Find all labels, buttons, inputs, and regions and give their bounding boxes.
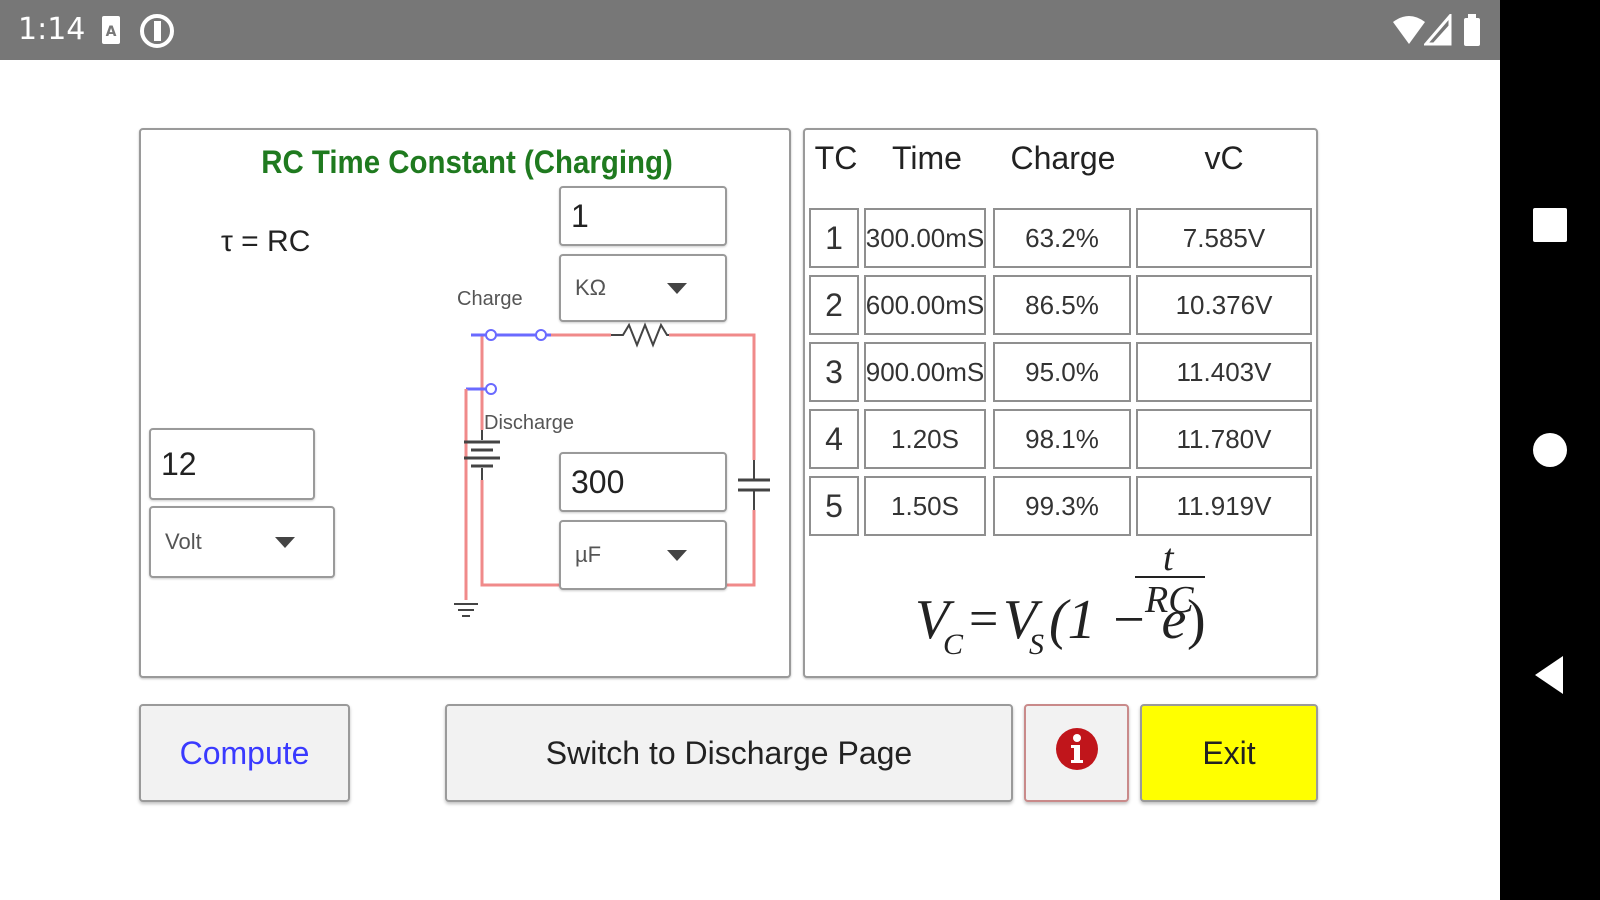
time-cell: 600.00mS (864, 275, 986, 335)
voltage-unit-value: Volt (165, 529, 202, 554)
formula-exp-numerator: t (1163, 537, 1174, 579)
wifi-icon (1392, 14, 1426, 51)
tc-cell: 4 (809, 409, 859, 469)
capacitance-unit-select[interactable]: µF (559, 520, 727, 590)
chevron-down-icon (667, 550, 687, 561)
resistance-unit-select[interactable]: KΩ (559, 254, 727, 322)
charge-cell: 99.3% (993, 476, 1131, 536)
capacitance-input[interactable]: 300 (559, 452, 727, 512)
vc-cell: 11.919V (1136, 476, 1312, 536)
calculator-panel: RC Time Constant (Charging) τ = RC Charg… (139, 128, 791, 678)
capacitor-symbol (738, 460, 770, 510)
charge-cell: 86.5% (993, 275, 1131, 335)
resistor-symbol (611, 322, 669, 348)
column-header-time: Time (892, 140, 962, 176)
formula-vc-sub: C (943, 628, 964, 661)
home-icon[interactable] (1525, 425, 1575, 475)
voltage-input[interactable]: 12 (149, 428, 315, 500)
vc-cell: 10.376V (1136, 275, 1312, 335)
charge-cell: 63.2% (993, 208, 1131, 268)
charge-label: Charge (457, 288, 523, 310)
column-header-vc: vC (1204, 140, 1244, 176)
info-icon (1055, 727, 1099, 779)
formula-close: ) (1187, 589, 1206, 651)
column-header-tc: TC (814, 140, 858, 176)
compute-button[interactable]: Compute (139, 704, 350, 802)
exit-button[interactable]: Exit (1140, 704, 1318, 802)
cell-signal-icon (1422, 11, 1452, 51)
tc-cell: 5 (809, 476, 859, 536)
tc-cell: 3 (809, 342, 859, 402)
vc-cell: 11.403V (1136, 342, 1312, 402)
column-header-charge: Charge (1010, 140, 1116, 176)
chevron-down-icon (275, 537, 295, 548)
app-screen: 1:14 A RC Time Constant (Charging) τ = R… (0, 0, 1600, 900)
switch-to-discharge-button[interactable]: Switch to Discharge Page (445, 704, 1013, 802)
chevron-down-icon (667, 283, 687, 294)
resistance-input[interactable]: 1 (559, 186, 727, 246)
info-button[interactable] (1024, 704, 1129, 802)
capacitance-unit-value: µF (575, 542, 602, 567)
back-icon[interactable] (1525, 650, 1575, 700)
formula-equals: = (969, 591, 999, 648)
app-notification-icon (140, 14, 176, 53)
resistance-unit-value: KΩ (575, 275, 607, 300)
results-panel: TC Time Charge vC 1 300.00mS 63.2% 7.585… (803, 128, 1318, 678)
time-cell: 300.00mS (864, 208, 986, 268)
status-time: 1:14 (18, 12, 86, 47)
tc-cell: 1 (809, 208, 859, 268)
charge-cell: 95.0% (993, 342, 1131, 402)
status-bar: 1:14 A (0, 0, 1500, 60)
tc-cell: 2 (809, 275, 859, 335)
sim-card-icon: A (100, 14, 122, 51)
ground-symbol (454, 603, 478, 617)
battery-icon (1462, 14, 1482, 53)
battery-symbol (464, 430, 500, 480)
charge-cell: 98.1% (993, 409, 1131, 469)
discharge-label: Discharge (484, 412, 575, 434)
circuit-wire-right (669, 333, 756, 460)
formula-vs-sub: S (1029, 628, 1044, 661)
charging-formula: V C = V S (1 − e t RC ) (905, 537, 1215, 670)
voltage-unit-select[interactable]: Volt (149, 506, 335, 578)
time-cell: 1.50S (864, 476, 986, 536)
svg-text:A: A (106, 24, 117, 40)
recents-icon[interactable] (1525, 200, 1575, 250)
vc-cell: 7.585V (1136, 208, 1312, 268)
navigation-bar (1500, 0, 1600, 900)
vc-cell: 11.780V (1136, 409, 1312, 469)
time-cell: 900.00mS (864, 342, 986, 402)
time-cell: 1.20S (864, 409, 986, 469)
